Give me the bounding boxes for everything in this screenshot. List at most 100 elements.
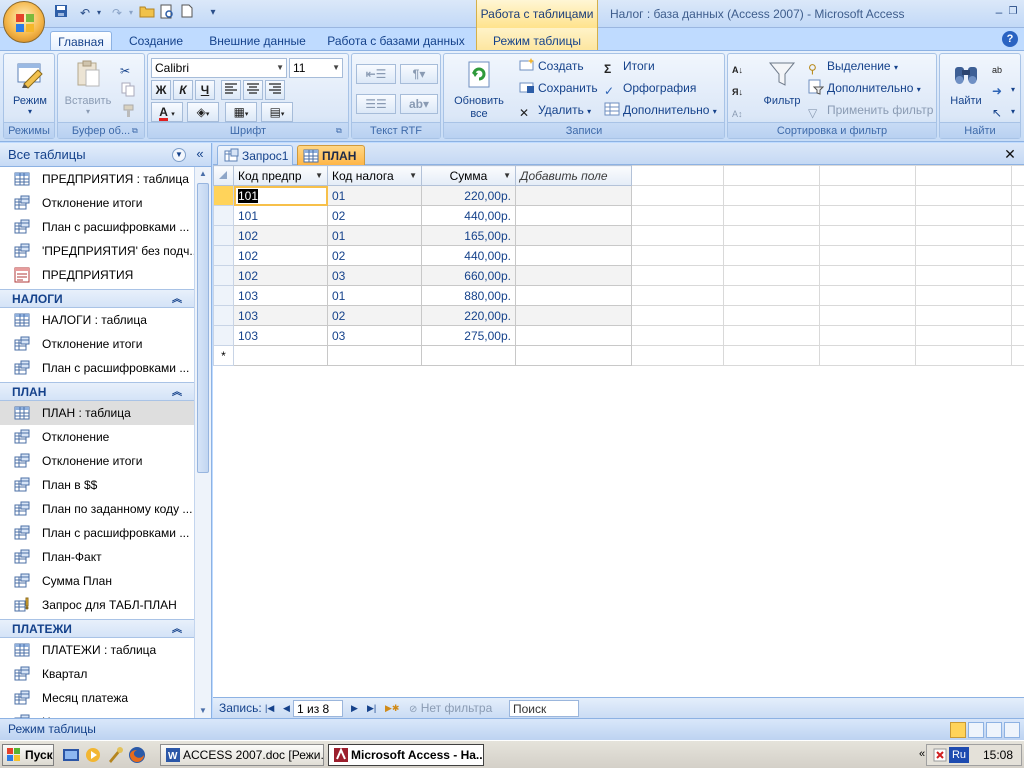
scroll-up-icon[interactable]: ▲ xyxy=(197,167,209,181)
no-filter-button[interactable]: ⊘ Нет фильтра xyxy=(409,700,492,717)
refresh-all-button[interactable]: Обновить все xyxy=(447,58,511,121)
advanced-filter-button[interactable]: Дополнительно ▾ xyxy=(808,78,921,98)
table-cell[interactable]: 01 xyxy=(327,185,422,206)
nav-item[interactable]: Квартал xyxy=(0,662,194,686)
cut-button[interactable]: ✂ xyxy=(120,58,139,78)
nav-item[interactable]: ПРЕДПРИЯТИЯ xyxy=(0,263,194,287)
nav-item[interactable]: Отклонение xyxy=(0,425,194,449)
totals-button[interactable]: Σ Итоги xyxy=(604,56,655,76)
pivot-table-view-icon[interactable] xyxy=(968,722,984,738)
last-record-icon[interactable]: ▶| xyxy=(367,700,376,717)
record-position-field[interactable]: 1 из 8 xyxy=(293,700,343,717)
table-cell[interactable]: 220,00р. xyxy=(421,185,516,206)
table-cell[interactable] xyxy=(515,345,632,366)
tray-expand-icon[interactable]: « xyxy=(919,748,925,760)
media-player-icon[interactable] xyxy=(84,746,102,764)
selection-button[interactable]: ⚲ Выделение ▾ xyxy=(808,56,898,76)
table-cell[interactable]: 03 xyxy=(327,325,422,346)
nav-group-header[interactable]: НАЛОГИ ︽ xyxy=(0,289,194,308)
font-dialog-launcher-icon[interactable]: ⧉ xyxy=(336,126,346,136)
table-cell[interactable]: 01 xyxy=(327,225,422,246)
column-dropdown-icon[interactable]: ▼ xyxy=(315,167,323,185)
gridlines-button[interactable]: ▦▾ xyxy=(225,102,257,122)
table-cell[interactable]: 880,00р. xyxy=(421,285,516,306)
table-cell[interactable]: 440,00р. xyxy=(421,245,516,266)
row-selector[interactable] xyxy=(213,265,234,286)
nav-item[interactable]: План с расшифровками ... xyxy=(0,356,194,380)
sort-descending-button[interactable]: Я↓ xyxy=(732,78,751,98)
column-header[interactable]: Код налога ▼ xyxy=(327,165,422,186)
restore-button[interactable]: ❐ xyxy=(1004,4,1022,20)
table-cell[interactable] xyxy=(515,205,632,226)
font-size-combo[interactable]: 11 ▼ xyxy=(289,58,343,78)
apply-filter-button[interactable]: ▽ Применить фильтр xyxy=(808,100,933,120)
more-records-button[interactable]: Дополнительно ▾ xyxy=(604,100,717,120)
nav-item[interactable]: Отклонение итоги xyxy=(0,191,194,215)
view-button[interactable]: Режим ▾ xyxy=(7,58,53,116)
row-selector[interactable] xyxy=(213,325,234,346)
filter-button[interactable]: Фильтр xyxy=(758,58,806,108)
nav-item[interactable]: План по заданному коду ... xyxy=(0,497,194,521)
new-record-button[interactable]: Создать xyxy=(519,56,584,76)
table-cell[interactable]: 165,00р. xyxy=(421,225,516,246)
spelling-button[interactable]: ✓ Орфография xyxy=(604,78,696,98)
nav-item[interactable]: Отклонение итоги xyxy=(0,449,194,473)
nav-item[interactable]: 'ПРЕДПРИЯТИЯ' без подч... xyxy=(0,239,194,263)
nav-item[interactable]: Месяц платежа xyxy=(0,686,194,710)
column-header[interactable]: Код предпр ▼ xyxy=(233,165,328,186)
undo-dropdown-icon[interactable]: ▾ xyxy=(90,4,108,22)
select-button[interactable]: ↖ ▾ xyxy=(992,100,1015,120)
new-document-icon[interactable] xyxy=(178,4,196,22)
table-cell[interactable]: 01 xyxy=(327,285,422,306)
open-folder-icon[interactable] xyxy=(138,4,156,22)
nav-item[interactable]: НАЛОГИ : таблица xyxy=(0,308,194,332)
nav-item[interactable]: Запрос для ТАБЛ-ПЛАН xyxy=(0,593,194,617)
find-button[interactable]: Найти xyxy=(942,58,990,108)
language-indicator[interactable]: Ru xyxy=(949,747,969,763)
search-field[interactable]: Поиск xyxy=(509,700,579,717)
table-cell[interactable]: 103 xyxy=(233,325,328,346)
table-cell[interactable] xyxy=(515,185,632,206)
quicklaunch-tool-icon[interactable] xyxy=(106,746,124,764)
nav-item[interactable]: План с расшифровками ... xyxy=(0,521,194,545)
scroll-thumb[interactable] xyxy=(197,183,209,473)
print-preview-icon[interactable] xyxy=(158,4,176,22)
italic-button[interactable]: К xyxy=(173,80,193,100)
table-cell[interactable]: 102 xyxy=(233,225,328,246)
table-cell[interactable] xyxy=(515,305,632,326)
previous-record-icon[interactable]: ◀ xyxy=(283,700,290,717)
decrease-indent-button[interactable]: ⇤☰ xyxy=(356,64,396,84)
nav-collapse-icon[interactable]: « xyxy=(192,146,208,162)
taskbar-word-doc[interactable]: W ACCESS 2007.doc [Режи... xyxy=(160,744,324,766)
tray-app-icon[interactable] xyxy=(933,748,947,762)
nav-item[interactable]: ПЛАТЕЖИ : таблица xyxy=(0,638,194,662)
goto-button[interactable]: ➜ ▾ xyxy=(992,78,1015,98)
copy-button[interactable] xyxy=(120,80,139,100)
table-cell[interactable] xyxy=(515,265,632,286)
row-selector[interactable] xyxy=(213,225,234,246)
font-color-button[interactable]: A ▾ xyxy=(151,102,183,122)
nav-group-header[interactable]: ПЛАТЕЖИ ︽ xyxy=(0,619,194,638)
table-cell[interactable]: 103 xyxy=(233,305,328,326)
taskbar-access[interactable]: Microsoft Access - На... xyxy=(328,744,484,766)
column-header[interactable]: Сумма ▼ xyxy=(421,165,516,186)
scroll-down-icon[interactable]: ▼ xyxy=(197,704,209,718)
tab-create[interactable]: Создание xyxy=(120,31,192,51)
column-dropdown-icon[interactable]: ▼ xyxy=(503,167,511,185)
nav-item[interactable]: ПЛАН : таблица xyxy=(0,401,194,425)
format-painter-button[interactable] xyxy=(120,102,139,122)
delete-record-button[interactable]: ✕ Удалить ▾ xyxy=(519,100,591,120)
table-cell[interactable]: 02 xyxy=(327,245,422,266)
next-record-icon[interactable]: ▶ xyxy=(351,700,358,717)
select-all-corner[interactable] xyxy=(213,165,234,186)
align-center-button[interactable] xyxy=(243,80,263,100)
nav-item[interactable]: План в $$ xyxy=(0,473,194,497)
tab-query1[interactable]: Запрос1 xyxy=(217,145,293,165)
table-cell[interactable] xyxy=(327,345,422,366)
nav-scrollbar[interactable]: ▲ ▼ xyxy=(194,167,211,718)
table-cell[interactable]: 660,00р. xyxy=(421,265,516,286)
table-cell[interactable]: 02 xyxy=(327,205,422,226)
add-field-header[interactable]: Добавить поле xyxy=(515,165,632,186)
datasheet-view-icon[interactable] xyxy=(950,722,966,738)
table-cell[interactable]: 220,00р. xyxy=(421,305,516,326)
